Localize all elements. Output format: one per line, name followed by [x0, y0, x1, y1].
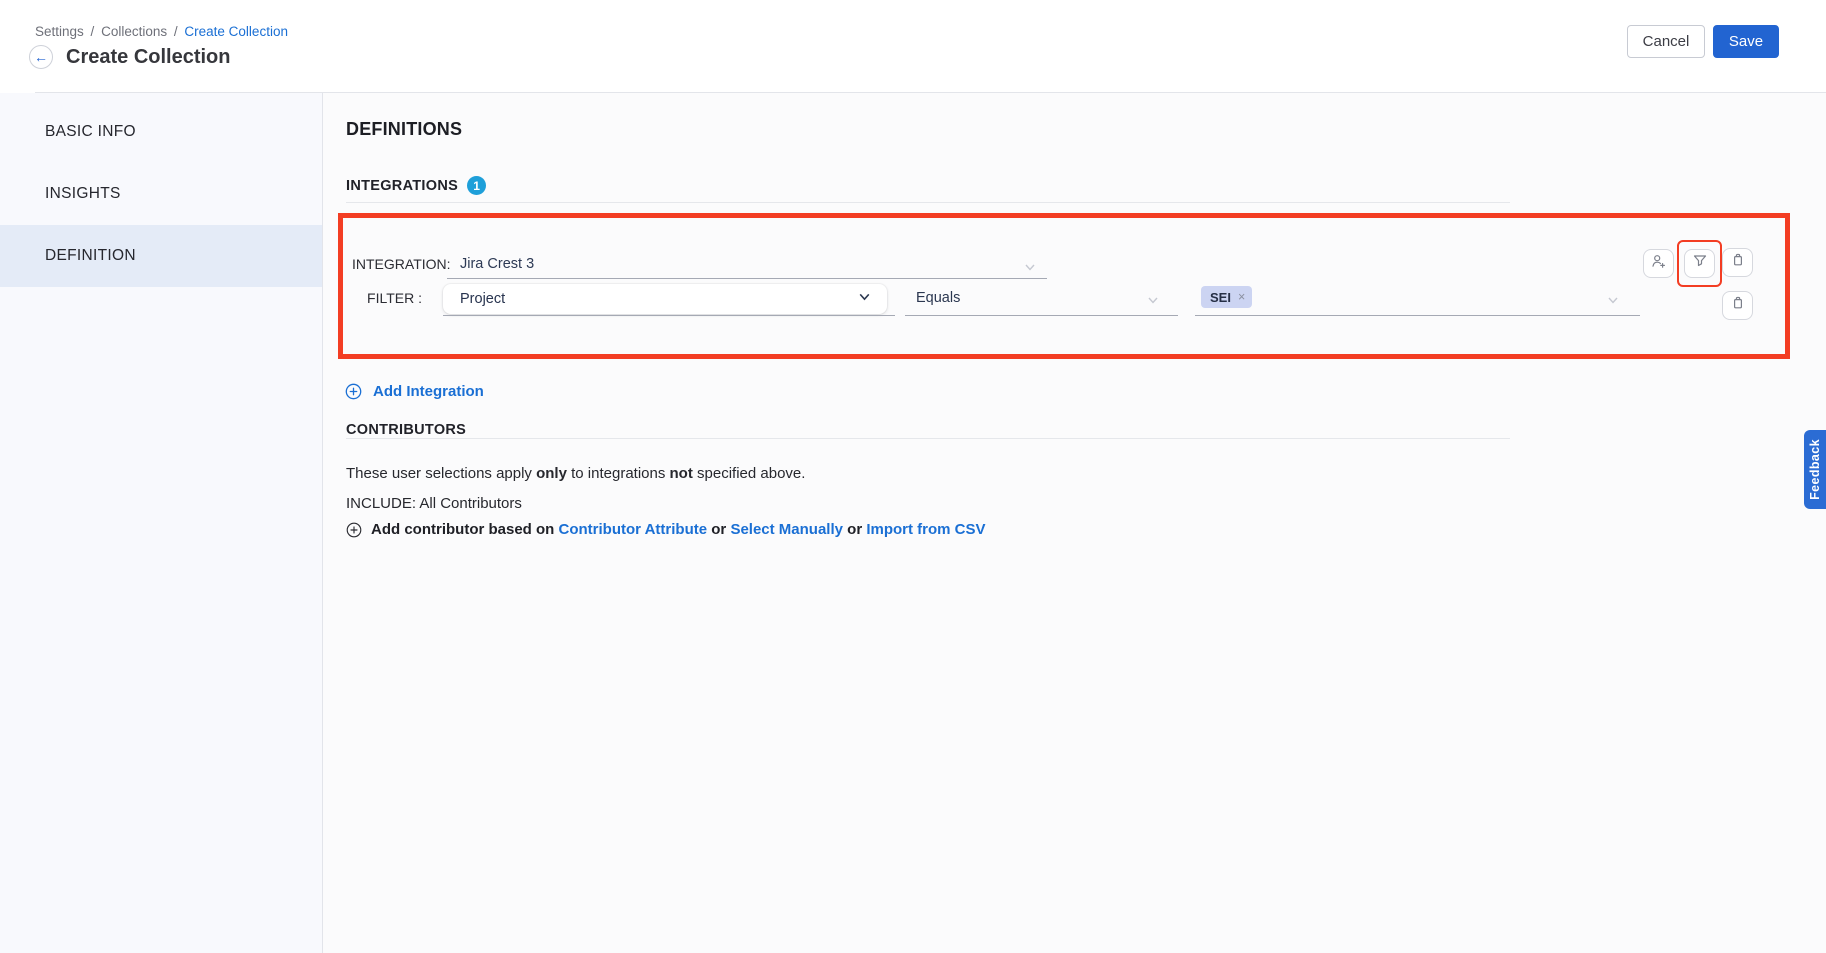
- add-contributor-row: Add contributor based on Contributor Att…: [346, 521, 986, 538]
- add-user-button[interactable]: [1643, 249, 1674, 278]
- add-user-icon: [1650, 253, 1667, 275]
- contributors-section-header: CONTRIBUTORS: [346, 422, 466, 438]
- note-text: specified above.: [693, 465, 806, 482]
- create-collection-page: Settings / Collections / Create Collecti…: [0, 0, 1826, 953]
- breadcrumb: Settings / Collections / Create Collecti…: [35, 24, 288, 39]
- integration-select-value: Jira Crest 3: [460, 256, 534, 272]
- import-from-csv-link[interactable]: Import from CSV: [866, 521, 985, 538]
- page-title: Create Collection: [66, 46, 230, 69]
- note-bold-not: not: [670, 465, 693, 482]
- contributors-note: These user selections apply only to inte…: [346, 465, 805, 482]
- filter-field-value: Project: [460, 291, 505, 307]
- sidebar-item-insights[interactable]: INSIGHTS: [0, 163, 322, 225]
- breadcrumb-current[interactable]: Create Collection: [184, 24, 288, 39]
- trash-icon: [1730, 252, 1746, 273]
- chevron-down-icon: [1146, 293, 1160, 307]
- add-contributor-text: Add contributor based on Contributor Att…: [371, 521, 986, 538]
- integration-select[interactable]: [447, 248, 1047, 279]
- funnel-icon: [1692, 253, 1708, 274]
- delete-filter-row-button[interactable]: [1722, 291, 1753, 320]
- add-contributor-prefix: Add contributor based on: [371, 521, 554, 538]
- breadcrumb-separator: /: [171, 24, 181, 39]
- back-button[interactable]: ←: [29, 45, 53, 69]
- trash-icon: [1730, 295, 1746, 316]
- filter-funnel-button[interactable]: [1684, 249, 1715, 278]
- include-line: INCLUDE: All Contributors: [346, 495, 522, 512]
- integrations-divider: [346, 202, 1510, 203]
- feedback-tab[interactable]: Feedback: [1804, 430, 1826, 509]
- filter-label: FILTER :: [352, 290, 422, 306]
- filter-operator-value: Equals: [916, 290, 960, 306]
- tag-remove-icon[interactable]: ×: [1238, 290, 1245, 304]
- integrations-count-badge: 1: [467, 176, 486, 195]
- note-text: to integrations: [567, 465, 670, 482]
- back-arrow-icon: ←: [34, 49, 48, 65]
- sidebar-item-basic-info[interactable]: BASIC INFO: [0, 101, 322, 163]
- note-text: These user selections apply: [346, 465, 536, 482]
- contributor-attribute-link[interactable]: Contributor Attribute: [559, 521, 708, 538]
- integration-label: INTEGRATION:: [352, 256, 451, 272]
- select-manually-link[interactable]: Select Manually: [730, 521, 843, 538]
- tag-label: SEI: [1210, 290, 1231, 305]
- breadcrumb-settings[interactable]: Settings: [35, 24, 84, 39]
- note-bold-only: only: [536, 465, 567, 482]
- breadcrumb-collections[interactable]: Collections: [101, 24, 167, 39]
- integrations-label: INTEGRATIONS: [346, 178, 458, 194]
- page-header: Settings / Collections / Create Collecti…: [0, 0, 1826, 93]
- chevron-down-icon: [857, 289, 872, 309]
- settings-sidebar: BASIC INFO INSIGHTS DEFINITION: [0, 93, 323, 953]
- feedback-tab-label: Feedback: [1808, 439, 1822, 500]
- definitions-title: DEFINITIONS: [346, 119, 462, 140]
- chevron-down-icon: [1023, 260, 1037, 274]
- add-integration-label: Add Integration: [373, 383, 484, 400]
- add-integration-link[interactable]: Add Integration: [345, 383, 484, 400]
- delete-filter-button[interactable]: [1722, 248, 1753, 277]
- filter-value-tag: SEI ×: [1201, 286, 1252, 308]
- filter-values-select[interactable]: [1195, 285, 1640, 316]
- sidebar-item-definition[interactable]: DEFINITION: [0, 225, 322, 287]
- plus-circle-icon: [345, 383, 362, 400]
- cancel-button[interactable]: Cancel: [1627, 25, 1705, 58]
- integrations-section-header: INTEGRATIONS 1: [346, 176, 486, 195]
- filter-field-underline: [443, 315, 895, 316]
- plus-circle-icon: [346, 522, 362, 538]
- or-word: or: [847, 521, 862, 538]
- filter-field-select[interactable]: Project: [443, 284, 887, 314]
- contributors-divider: [346, 438, 1510, 439]
- chevron-down-icon: [1606, 293, 1620, 307]
- breadcrumb-separator: /: [88, 24, 98, 39]
- save-button[interactable]: Save: [1713, 25, 1779, 58]
- or-word: or: [711, 521, 726, 538]
